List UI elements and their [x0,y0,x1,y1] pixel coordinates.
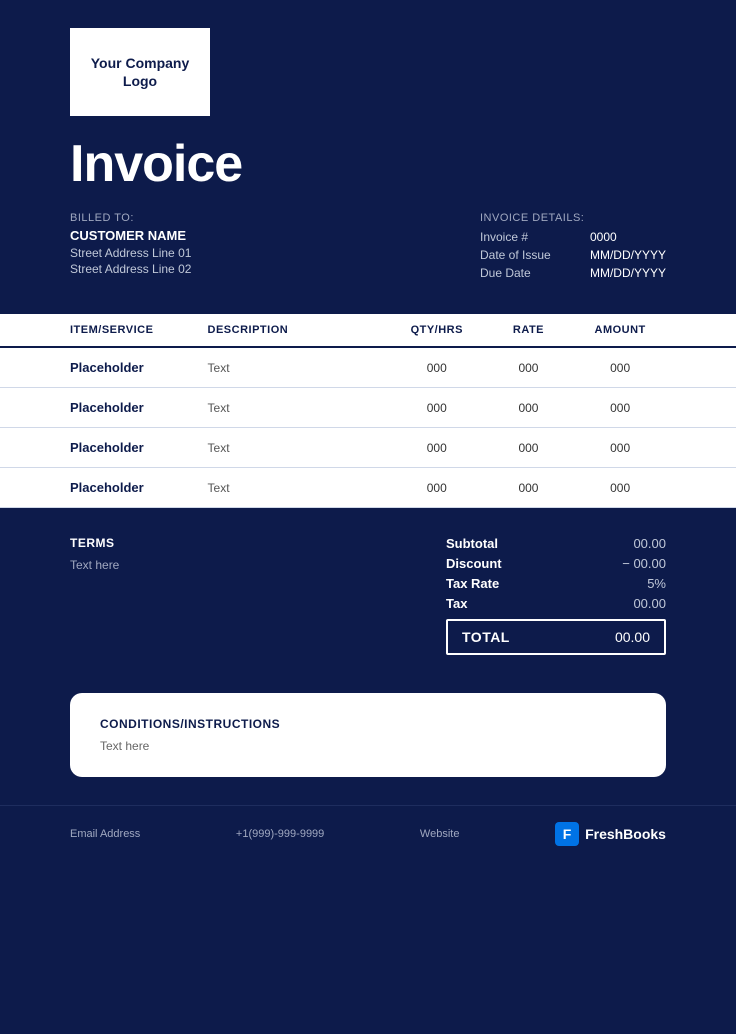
invoice-number-row: Invoice # 0000 [480,230,666,244]
conditions-area: CONDITIONS/INSTRUCTIONS Text here [0,683,736,805]
due-date-value: MM/DD/YYYY [590,266,666,280]
total-final-box: TOTAL 00.00 [446,619,666,655]
subtotal-label: Subtotal [446,536,498,551]
invoice-details-label: INVOICE DETAILS: [480,212,666,224]
row2-qty: 000 [391,401,483,415]
row3-rate: 000 [483,441,575,455]
conditions-box: CONDITIONS/INSTRUCTIONS Text here [70,693,666,777]
due-date-label: Due Date [480,266,570,280]
col-header-rate: RATE [483,324,575,336]
billing-row: BILLED TO: CUSTOMER NAME Street Address … [0,194,736,284]
due-date-row: Due Date MM/DD/YYYY [480,266,666,280]
footer-phone: +1(999)-999-9999 [236,828,324,840]
tax-rate-label: Tax Rate [446,576,499,591]
footer: Email Address +1(999)-999-9999 Website F… [0,805,736,862]
table-row: Placeholder Text 000 000 000 [0,388,736,428]
row2-amount: 000 [574,401,666,415]
totals-block: Subtotal 00.00 Discount − 00.00 Tax Rate… [446,536,666,655]
items-table: ITEM/SERVICE DESCRIPTION QTY/HRS RATE AM… [0,314,736,508]
tax-value: 00.00 [633,596,666,611]
address-line-2: Street Address Line 02 [70,262,191,276]
row1-rate: 000 [483,361,575,375]
col-header-qty: QTY/HRS [391,324,483,336]
table-row: Placeholder Text 000 000 000 [0,428,736,468]
terms-text: Text here [70,558,119,572]
terms-block: TERMS Text here [70,536,119,572]
row4-rate: 000 [483,481,575,495]
row3-desc: Text [208,441,391,455]
row4-qty: 000 [391,481,483,495]
tax-line: Tax 00.00 [446,596,666,611]
row3-qty: 000 [391,441,483,455]
row2-item: Placeholder [70,400,208,415]
billed-to-label: BILLED TO: [70,212,191,224]
row1-item: Placeholder [70,360,208,375]
col-header-amount: AMOUNT [574,324,666,336]
bottom-section: TERMS Text here Subtotal 00.00 Discount … [0,508,736,683]
row3-item: Placeholder [70,440,208,455]
freshbooks-name: FreshBooks [585,826,666,842]
conditions-text: Text here [100,739,636,753]
invoice-details-section: INVOICE DETAILS: Invoice # 0000 Date of … [480,212,666,284]
billed-to-section: BILLED TO: CUSTOMER NAME Street Address … [70,212,191,284]
row4-desc: Text [208,481,391,495]
row4-item: Placeholder [70,480,208,495]
total-label: TOTAL [462,629,510,645]
row3-amount: 000 [574,441,666,455]
customer-name: CUSTOMER NAME [70,228,191,243]
row4-amount: 000 [574,481,666,495]
conditions-label: CONDITIONS/INSTRUCTIONS [100,717,636,731]
row2-desc: Text [208,401,391,415]
invoice-number-label: Invoice # [480,230,570,244]
footer-email: Email Address [70,828,140,840]
tax-label: Tax [446,596,467,611]
invoice-number-value: 0000 [590,230,617,244]
subtotal-value: 00.00 [633,536,666,551]
row2-rate: 000 [483,401,575,415]
row1-desc: Text [208,361,391,375]
discount-label: Discount [446,556,502,571]
terms-label: TERMS [70,536,119,550]
discount-value: − 00.00 [622,556,666,571]
company-logo: Your Company Logo [70,28,210,116]
invoice-title: Invoice [0,116,736,194]
address-line-1: Street Address Line 01 [70,246,191,260]
col-header-item: ITEM/SERVICE [70,324,208,336]
discount-line: Discount − 00.00 [446,556,666,571]
tax-rate-line: Tax Rate 5% [446,576,666,591]
tax-rate-value: 5% [647,576,666,591]
table-row: Placeholder Text 000 000 000 [0,348,736,388]
col-header-description: DESCRIPTION [208,324,391,336]
logo-area: Your Company Logo [0,0,736,116]
table-row: Placeholder Text 000 000 000 [0,468,736,508]
date-of-issue-value: MM/DD/YYYY [590,248,666,262]
row1-amount: 000 [574,361,666,375]
row1-qty: 000 [391,361,483,375]
freshbooks-icon: F [555,822,579,846]
subtotal-line: Subtotal 00.00 [446,536,666,551]
footer-website: Website [420,828,460,840]
table-header: ITEM/SERVICE DESCRIPTION QTY/HRS RATE AM… [0,314,736,348]
date-of-issue-row: Date of Issue MM/DD/YYYY [480,248,666,262]
date-of-issue-label: Date of Issue [480,248,570,262]
invoice-page: Your Company Logo Invoice BILLED TO: CUS… [0,0,736,1034]
freshbooks-logo: F FreshBooks [555,822,666,846]
total-value: 00.00 [615,629,650,645]
